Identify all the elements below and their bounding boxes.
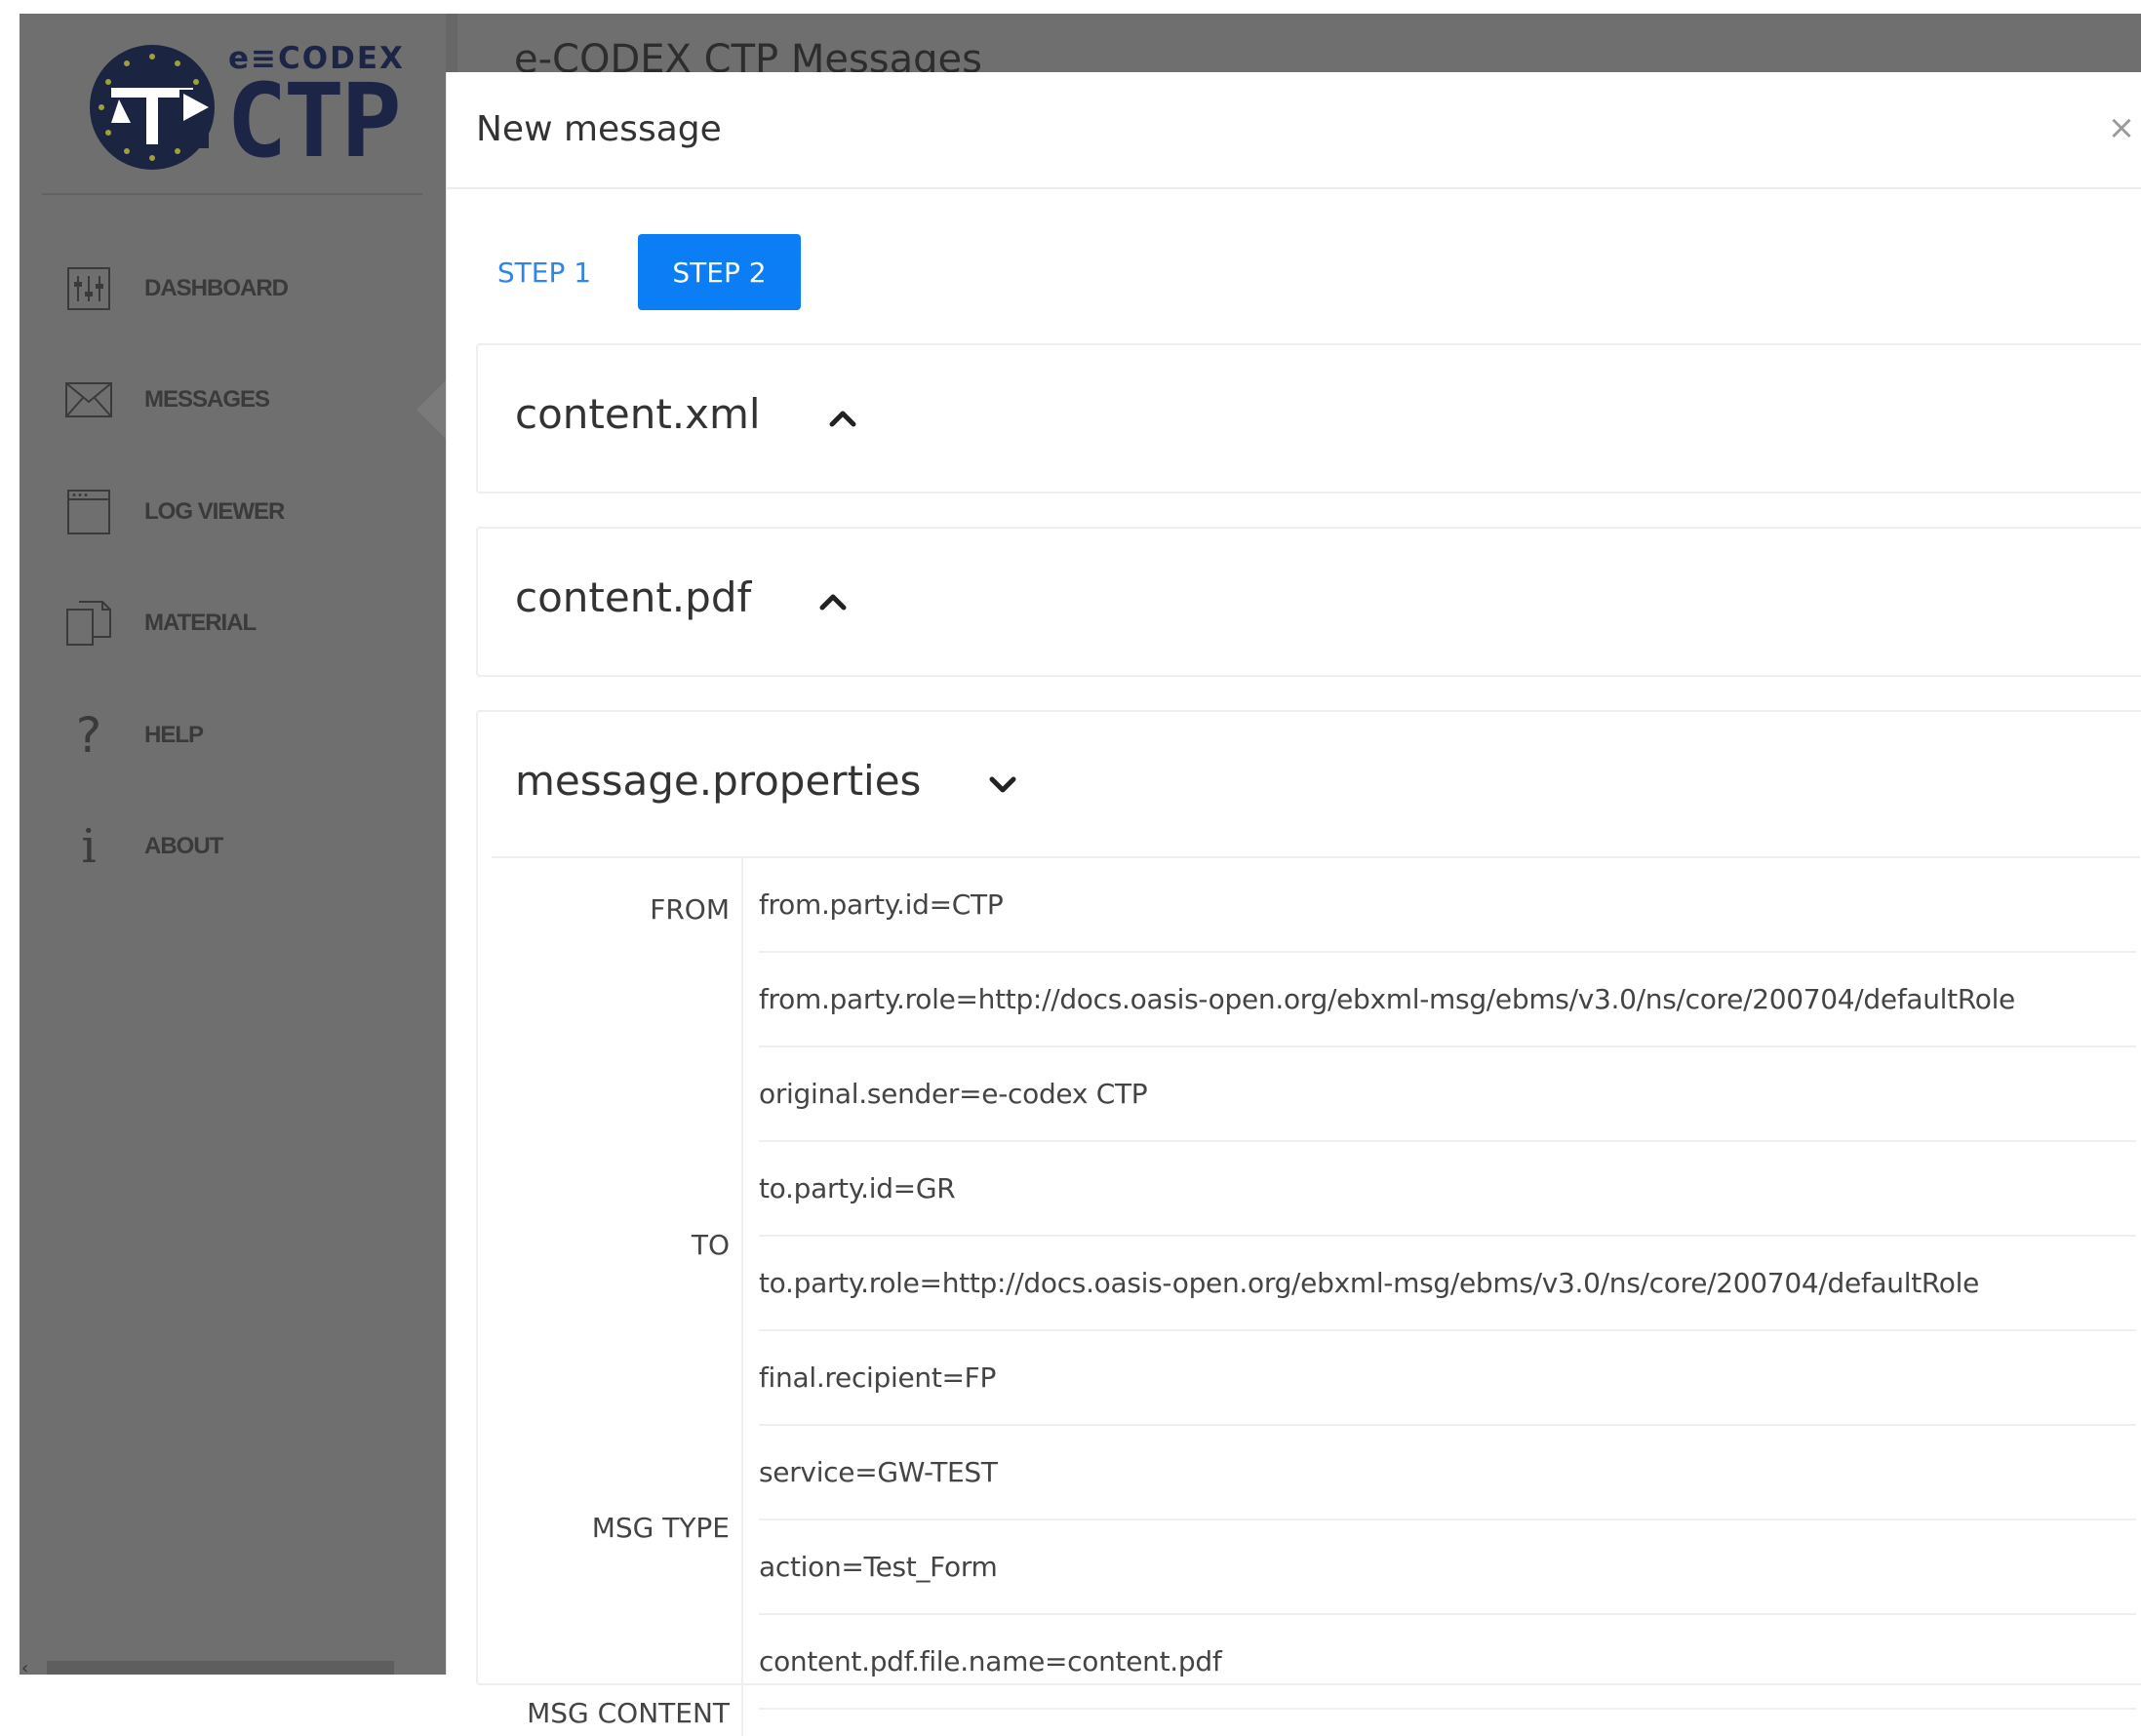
sidebar-item-label: LOG VIEWER <box>144 498 285 525</box>
property-row: from.party.id=CTP <box>759 858 2136 953</box>
accordion-content-pdf: content.pdf <box>476 527 2141 677</box>
chevron-up-icon[interactable] <box>819 573 847 621</box>
sidebar-item-about[interactable]: i ABOUT <box>64 817 416 876</box>
group-label-msg-type: MSG TYPE <box>591 1512 730 1544</box>
property-row: to.party.role=http://docs.oasis-open.org… <box>759 1237 2136 1331</box>
accordion-title: content.xml <box>515 390 761 438</box>
tab-step-1[interactable]: STEP 1 <box>486 234 603 310</box>
divider <box>741 858 743 1736</box>
property-row: to.party.id=GR <box>759 1142 2136 1237</box>
sidebar-item-log-viewer[interactable]: LOG VIEWER <box>64 483 416 541</box>
sidebar-item-label: MATERIAL <box>144 610 257 636</box>
scales-globe-icon <box>90 45 215 170</box>
question-icon: ? <box>75 707 102 764</box>
group-label-msg-content: MSG CONTENT <box>527 1697 730 1729</box>
accordion-content-xml: content.xml <box>476 343 2141 493</box>
property-row: from.party.role=http://docs.oasis-open.o… <box>759 953 2136 1047</box>
envelope-icon <box>64 375 113 424</box>
accordion-header[interactable]: message.properties <box>515 757 1016 805</box>
property-row: action=Test_Form <box>759 1520 2136 1615</box>
chevron-up-icon[interactable] <box>829 390 856 438</box>
sidebar-item-messages[interactable]: MESSAGES <box>64 371 416 429</box>
modal-title: New message <box>476 109 722 149</box>
accordion-message-properties: message.properties FROM TO MSG TYPE MSG … <box>476 710 2141 1736</box>
sidebar-item-label: MESSAGES <box>144 386 270 413</box>
accordion-header[interactable]: content.pdf <box>515 573 847 621</box>
accordion-header[interactable]: content.xml <box>515 390 856 438</box>
close-icon[interactable]: × <box>2105 111 2138 144</box>
property-row: final.recipient=FP <box>759 1331 2136 1426</box>
sidebar-item-label: HELP <box>144 722 204 748</box>
sidebar-item-dashboard[interactable]: DASHBOARD <box>64 259 416 318</box>
property-row: original.sender=e-codex CTP <box>759 1047 2136 1142</box>
app-logo: e≡CODEX CTP <box>90 37 403 174</box>
new-message-modal: New message × STEP 1 STEP 2 content.xml … <box>446 72 2141 1736</box>
group-label-to: TO <box>691 1229 730 1261</box>
modal-header: New message × <box>447 72 2141 189</box>
screen: e≡CODEX CTP DASHBOARD MESSAGES LOG VIEWE… <box>0 0 2141 1736</box>
group-label-from: FROM <box>650 893 730 926</box>
scroll-left-icon[interactable]: ‹ <box>21 1658 28 1678</box>
property-row: service=GW-TEST <box>759 1426 2136 1520</box>
sidebar-item-material[interactable]: MATERIAL <box>64 594 416 652</box>
window-icon <box>64 488 113 536</box>
accordion-title: message.properties <box>515 757 922 805</box>
accordion-title: content.pdf <box>515 573 752 621</box>
sidebar-item-label: ABOUT <box>144 833 223 859</box>
sidebar-scrollbar[interactable] <box>47 1661 394 1675</box>
info-icon: i <box>81 819 97 874</box>
documents-icon <box>64 599 113 648</box>
sidebar-item-help[interactable]: ? HELP <box>64 706 416 765</box>
chevron-down-icon[interactable] <box>989 757 1016 805</box>
sidebar-divider <box>42 193 422 195</box>
active-indicator <box>416 380 446 439</box>
sidebar-item-label: DASHBOARD <box>144 275 289 301</box>
property-row: content.pdf.file.name=content.pdf <box>759 1615 2136 1710</box>
sliders-icon <box>64 264 113 313</box>
logo-big-text: CTP <box>226 61 402 180</box>
tab-step-2[interactable]: STEP 2 <box>638 234 801 310</box>
